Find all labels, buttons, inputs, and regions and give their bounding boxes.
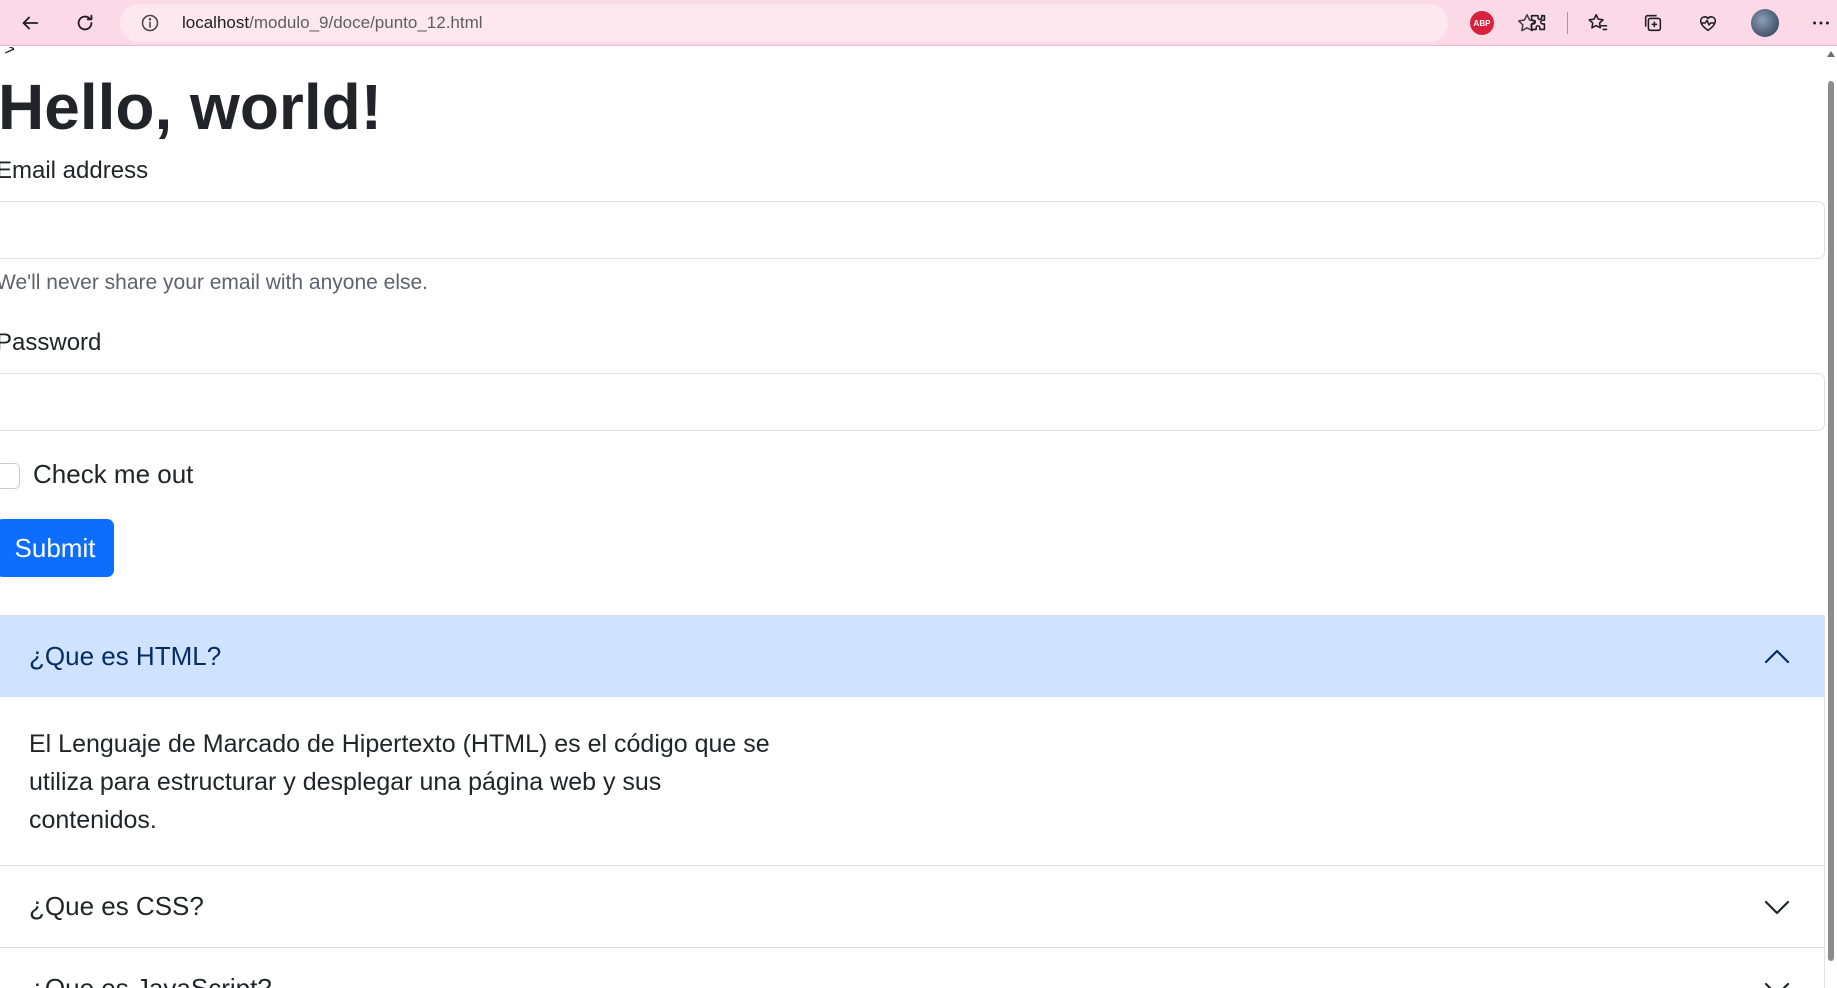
more-menu-icon[interactable] xyxy=(1805,7,1837,39)
accordion-header-label: ¿Que es JavaScript? xyxy=(29,973,272,988)
email-field[interactable] xyxy=(0,201,1825,259)
stray-text: "> xyxy=(0,47,15,59)
accordion-header-css[interactable]: ¿Que es CSS? xyxy=(0,866,1824,947)
url-host: localhost xyxy=(182,13,250,32)
page-content: "> Hello, world! Email address We'll nev… xyxy=(0,47,1825,988)
page-title: Hello, world! xyxy=(0,71,382,143)
url-path: /modulo_9/doce/punto_12.html xyxy=(249,13,483,32)
accordion-header-html[interactable]: ¿Que es HTML? xyxy=(0,616,1824,697)
check-me-out-checkbox[interactable] xyxy=(0,463,20,489)
avatar xyxy=(1751,9,1779,37)
adblock-extension-icon[interactable]: ABP xyxy=(1466,7,1498,39)
email-help-text: We'll never share your email with anyone… xyxy=(0,271,428,294)
accordion: ¿Que es HTML? El Lenguaje de Marcado de … xyxy=(0,615,1825,988)
browser-toolbar: localhost/modulo_9/doce/punto_12.html AB… xyxy=(0,0,1837,46)
refresh-icon[interactable] xyxy=(69,7,101,39)
email-label: Email address xyxy=(0,157,149,184)
site-info-icon[interactable] xyxy=(140,13,160,33)
profile-avatar[interactable] xyxy=(1749,7,1781,39)
checkbox-label[interactable]: Check me out xyxy=(33,459,193,490)
accordion-item-html: ¿Que es HTML? El Lenguaje de Marcado de … xyxy=(0,615,1825,866)
chevron-down-icon xyxy=(1764,900,1790,915)
address-bar[interactable]: localhost/modulo_9/doce/punto_12.html xyxy=(120,4,1537,42)
page-scrollbar[interactable] xyxy=(1825,47,1837,988)
adblock-badge: ABP xyxy=(1470,11,1494,35)
url-text[interactable]: localhost/modulo_9/doce/punto_12.html xyxy=(182,4,483,42)
back-arrow-icon[interactable] xyxy=(14,7,46,39)
accordion-item-javascript: ¿Que es JavaScript? xyxy=(0,948,1825,988)
accordion-header-label: ¿Que es HTML? xyxy=(29,641,222,671)
browser-essentials-heart-icon[interactable] xyxy=(1692,7,1724,39)
scrollbar-thumb[interactable] xyxy=(1828,81,1834,961)
password-label: Password xyxy=(0,329,102,356)
chevron-down-icon xyxy=(1764,982,1790,988)
accordion-item-css: ¿Que es CSS? xyxy=(0,866,1825,948)
accordion-header-javascript[interactable]: ¿Que es JavaScript? xyxy=(0,948,1824,988)
submit-button[interactable]: Submit xyxy=(0,519,114,577)
accordion-body-html: El Lenguaje de Marcado de Hipertexto (HT… xyxy=(29,730,770,834)
scroll-up-arrow-icon[interactable] xyxy=(1827,51,1835,57)
toolbar-separator xyxy=(1567,12,1568,34)
favorites-icon[interactable] xyxy=(1582,7,1614,39)
password-field[interactable] xyxy=(0,373,1825,431)
accordion-header-label: ¿Que es CSS? xyxy=(29,891,204,921)
collections-icon[interactable] xyxy=(1637,7,1669,39)
chevron-up-icon xyxy=(1764,649,1790,664)
extensions-puzzle-icon[interactable] xyxy=(1522,7,1554,39)
